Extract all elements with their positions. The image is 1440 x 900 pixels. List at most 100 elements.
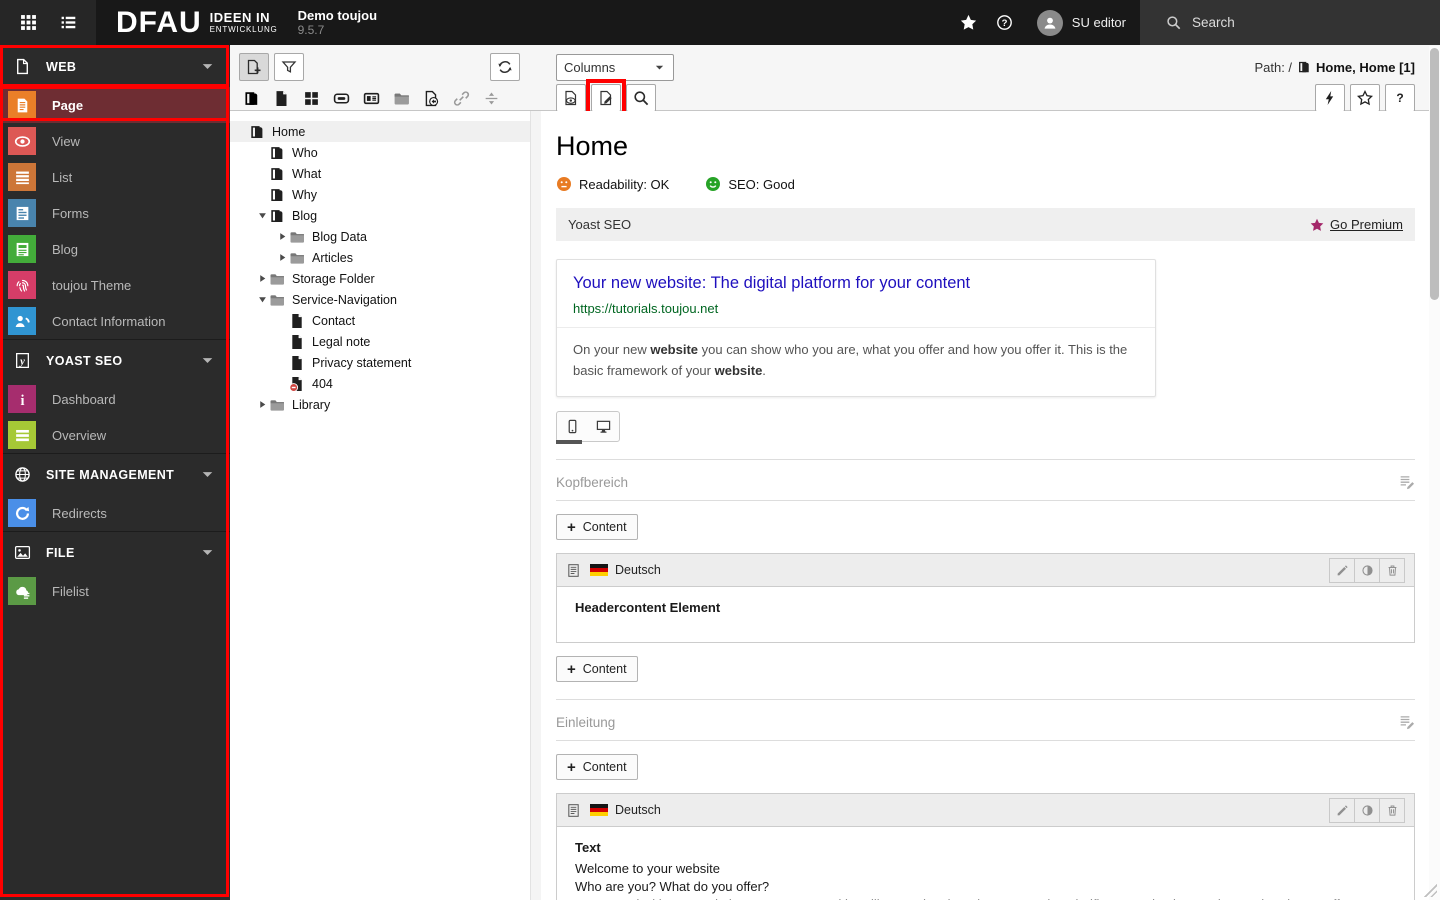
content-edit-icon[interactable]	[1398, 474, 1415, 491]
caret-down-icon[interactable]	[256, 294, 269, 306]
module-item[interactable]: Blog	[0, 231, 230, 267]
columns-select[interactable]: Columns	[556, 53, 674, 81]
module-item[interactable]: Redirects	[0, 495, 230, 531]
search-label: Search	[1192, 15, 1235, 30]
content-element-header[interactable]: Deutsch	[557, 794, 1414, 828]
user-menu[interactable]: SU editor	[1023, 0, 1140, 45]
menu-toggle-button[interactable]	[8, 0, 48, 45]
add-content-button[interactable]: + Content	[556, 656, 638, 683]
mount-icon[interactable]	[333, 90, 350, 107]
panel-splitter[interactable]	[530, 111, 541, 900]
page-tree-item[interactable]: Privacy statement	[230, 352, 530, 373]
page-tree-item[interactable]: Contact	[230, 310, 530, 331]
expander-icon[interactable]	[256, 147, 269, 159]
module-item[interactable]: View	[0, 123, 230, 159]
page-tree-item[interactable]: Blog	[230, 205, 530, 226]
module-item[interactable]: toujou Theme	[0, 267, 230, 303]
shortcut-icon[interactable]	[423, 90, 440, 107]
element-control-button[interactable]	[1329, 797, 1355, 823]
help-circle-icon: ?	[996, 14, 1013, 31]
yoast-icon: y	[14, 352, 31, 369]
page-tree-item[interactable]: Service-Navigation	[230, 289, 530, 310]
link-icon[interactable]	[453, 90, 470, 107]
content-element-body[interactable]: Headercontent Element	[557, 587, 1414, 642]
page-tree-item[interactable]: Storage Folder	[230, 268, 530, 289]
element-control-button[interactable]	[1379, 797, 1405, 823]
content-edit-icon[interactable]	[1398, 714, 1415, 731]
page-tree-item[interactable]: Library	[230, 394, 530, 415]
module-item[interactable]: List	[0, 159, 230, 195]
section-icon[interactable]	[363, 90, 380, 107]
clear-cache-button[interactable]	[1315, 84, 1345, 112]
module-item[interactable]: i Dashboard	[0, 381, 230, 417]
content-element-header[interactable]: Deutsch	[557, 554, 1414, 588]
status-badge: Readability: OK	[556, 176, 669, 192]
bookmark-page-button[interactable]	[1350, 84, 1380, 112]
image-icon	[14, 544, 31, 561]
chevron-down-icon	[199, 544, 216, 561]
snippet-description-part: .	[762, 363, 766, 379]
page-tree-item[interactable]: 404	[230, 373, 530, 394]
module-item[interactable]: Contact Information	[0, 303, 230, 339]
expander-icon[interactable]	[276, 357, 289, 369]
go-premium-link[interactable]: Go Premium	[1310, 217, 1403, 232]
module-section-header[interactable]: SITE MANAGEMENT	[0, 454, 230, 495]
add-content-button[interactable]: + Content	[556, 514, 638, 541]
caret-right-icon[interactable]	[276, 252, 289, 264]
search-page-button[interactable]	[626, 84, 656, 112]
module-section-header[interactable]: WEB	[0, 46, 230, 87]
drag-handle-icon[interactable]	[566, 563, 581, 578]
bookmarks-button[interactable]	[951, 0, 987, 45]
grid2-icon[interactable]	[303, 90, 320, 107]
module-item[interactable]: Filelist	[0, 573, 230, 609]
divider-drag-icon[interactable]	[483, 90, 500, 107]
page-tree-item[interactable]: Home	[230, 121, 530, 142]
element-control-button[interactable]	[1329, 557, 1355, 583]
page-tree-item[interactable]: Blog Data	[230, 226, 530, 247]
snippet-preview[interactable]: Your new website: The digital platform f…	[556, 259, 1156, 398]
module-section-header[interactable]: y YOAST SEO	[0, 340, 230, 381]
module-item[interactable]: Overview	[0, 417, 230, 453]
page-tree-item[interactable]: Legal note	[230, 331, 530, 352]
global-search[interactable]: Search	[1140, 0, 1440, 45]
element-control-button[interactable]	[1354, 557, 1380, 583]
filter-button[interactable]	[274, 53, 304, 81]
page-tree-item[interactable]: Why	[230, 184, 530, 205]
caret-right-icon[interactable]	[256, 399, 269, 411]
help-page-button[interactable]: ?	[1385, 84, 1415, 112]
expander-icon[interactable]	[276, 315, 289, 327]
content-element-body[interactable]: Text Welcome to your website Who are you?…	[557, 827, 1414, 900]
element-control-button[interactable]	[1379, 557, 1405, 583]
caret-right-icon[interactable]	[256, 273, 269, 285]
expander-icon[interactable]	[256, 168, 269, 180]
page-tree-item[interactable]: What	[230, 163, 530, 184]
scrollbar-thumb[interactable]	[1430, 48, 1439, 300]
expander-icon[interactable]	[276, 378, 289, 390]
device-toggle-button[interactable]	[588, 412, 619, 441]
module-item[interactable]: Page	[0, 87, 230, 123]
caret-right-icon[interactable]	[276, 231, 289, 243]
refresh-tree-button[interactable]	[490, 53, 520, 81]
page-tree-item[interactable]: Articles	[230, 247, 530, 268]
add-content-button[interactable]: + Content	[556, 754, 638, 781]
element-control-button[interactable]	[1354, 797, 1380, 823]
page-tree-item[interactable]: Who	[230, 142, 530, 163]
page-icon[interactable]	[273, 90, 290, 107]
door-icon[interactable]	[243, 90, 260, 107]
menu-toggle-button[interactable]	[48, 0, 88, 45]
device-toggle-button[interactable]	[556, 412, 588, 445]
new-page-button[interactable]	[239, 53, 269, 81]
expander-icon[interactable]	[276, 336, 289, 348]
expander-icon[interactable]	[236, 126, 249, 138]
view-webpage-button[interactable]	[556, 84, 586, 112]
expander-icon[interactable]	[256, 189, 269, 201]
caret-down-icon[interactable]	[256, 210, 269, 222]
module-item[interactable]: Forms	[0, 195, 230, 231]
edit-page-properties-button[interactable]	[586, 79, 626, 117]
help-button[interactable]: ?	[987, 0, 1023, 45]
language-label: Deutsch	[615, 563, 661, 578]
snippet-description: On your new website you can show who you…	[557, 327, 1155, 396]
folder-icon[interactable]	[393, 90, 410, 107]
drag-handle-icon[interactable]	[566, 803, 581, 818]
module-section-header[interactable]: FILE	[0, 532, 230, 573]
